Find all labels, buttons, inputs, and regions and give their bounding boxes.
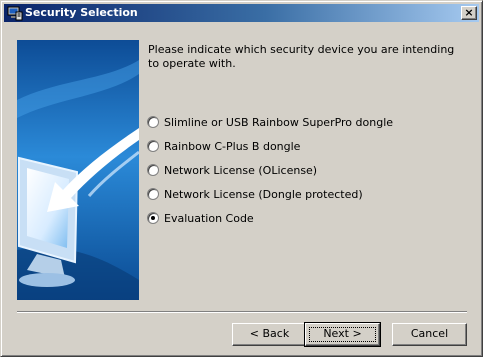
radio-button[interactable]	[147, 140, 159, 152]
close-icon: ×	[464, 6, 474, 19]
radio-button-selected[interactable]	[147, 212, 159, 224]
option-network-olicense[interactable]: Network License (OLicense)	[147, 163, 467, 179]
option-label: Network License (OLicense)	[164, 164, 318, 177]
close-button[interactable]: ×	[461, 6, 477, 20]
option-label: Rainbow C-Plus B dongle	[164, 140, 301, 153]
back-button-label: < Back	[249, 327, 290, 340]
divider	[17, 311, 467, 313]
option-label: Evaluation Code	[164, 212, 254, 225]
cancel-button[interactable]: Cancel	[392, 323, 467, 346]
option-network-dongle[interactable]: Network License (Dongle protected)	[147, 187, 467, 203]
radio-dot-icon	[151, 216, 155, 220]
option-evaluation-code[interactable]: Evaluation Code	[147, 211, 467, 227]
title-bar[interactable]: Security Selection ×	[4, 4, 479, 22]
radio-button[interactable]	[147, 188, 159, 200]
instruction-text: Please indicate which security device yo…	[148, 43, 455, 70]
option-label: Network License (Dongle protected)	[164, 188, 363, 201]
back-button[interactable]: < Back	[232, 323, 307, 346]
next-button[interactable]: Next >	[304, 322, 381, 347]
option-rainbow-cplus-b[interactable]: Rainbow C-Plus B dongle	[147, 139, 467, 155]
security-selection-dialog: Security Selection × Please indicate whi…	[0, 0, 483, 357]
window-title: Security Selection	[25, 6, 138, 19]
radio-button[interactable]	[147, 164, 159, 176]
cancel-button-label: Cancel	[410, 327, 449, 340]
monitor-arrow-icon	[17, 40, 139, 300]
radio-button[interactable]	[147, 116, 159, 128]
app-icon	[7, 5, 23, 21]
next-button-label: Next >	[323, 327, 362, 340]
option-label: Slimline or USB Rainbow SuperPro dongle	[164, 116, 394, 129]
option-slimline-usb-superpro[interactable]: Slimline or USB Rainbow SuperPro dongle	[147, 115, 467, 131]
